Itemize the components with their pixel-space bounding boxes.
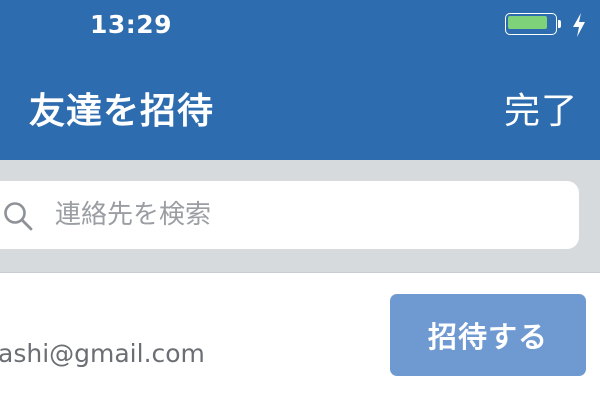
contact-list: ashi@gmail.com 招待する — [0, 272, 600, 400]
lightning-bolt-icon — [573, 13, 585, 37]
battery-cap — [558, 20, 561, 28]
contact-email: ashi@gmail.com — [0, 339, 205, 368]
navigation-bar: 友達を招待 完了 — [0, 52, 600, 160]
status-time: 13:29 — [90, 10, 173, 39]
search-box[interactable] — [0, 181, 579, 249]
search-icon — [4, 202, 33, 231]
invite-button[interactable]: 招待する — [390, 294, 586, 376]
battery-fill — [508, 16, 547, 29]
search-input[interactable] — [55, 193, 535, 237]
page-title: 友達を招待 — [29, 91, 215, 132]
battery-icon — [505, 13, 561, 35]
status-bar: 13:29 — [0, 0, 600, 52]
done-button[interactable]: 完了 — [504, 82, 578, 134]
search-area — [0, 160, 600, 272]
